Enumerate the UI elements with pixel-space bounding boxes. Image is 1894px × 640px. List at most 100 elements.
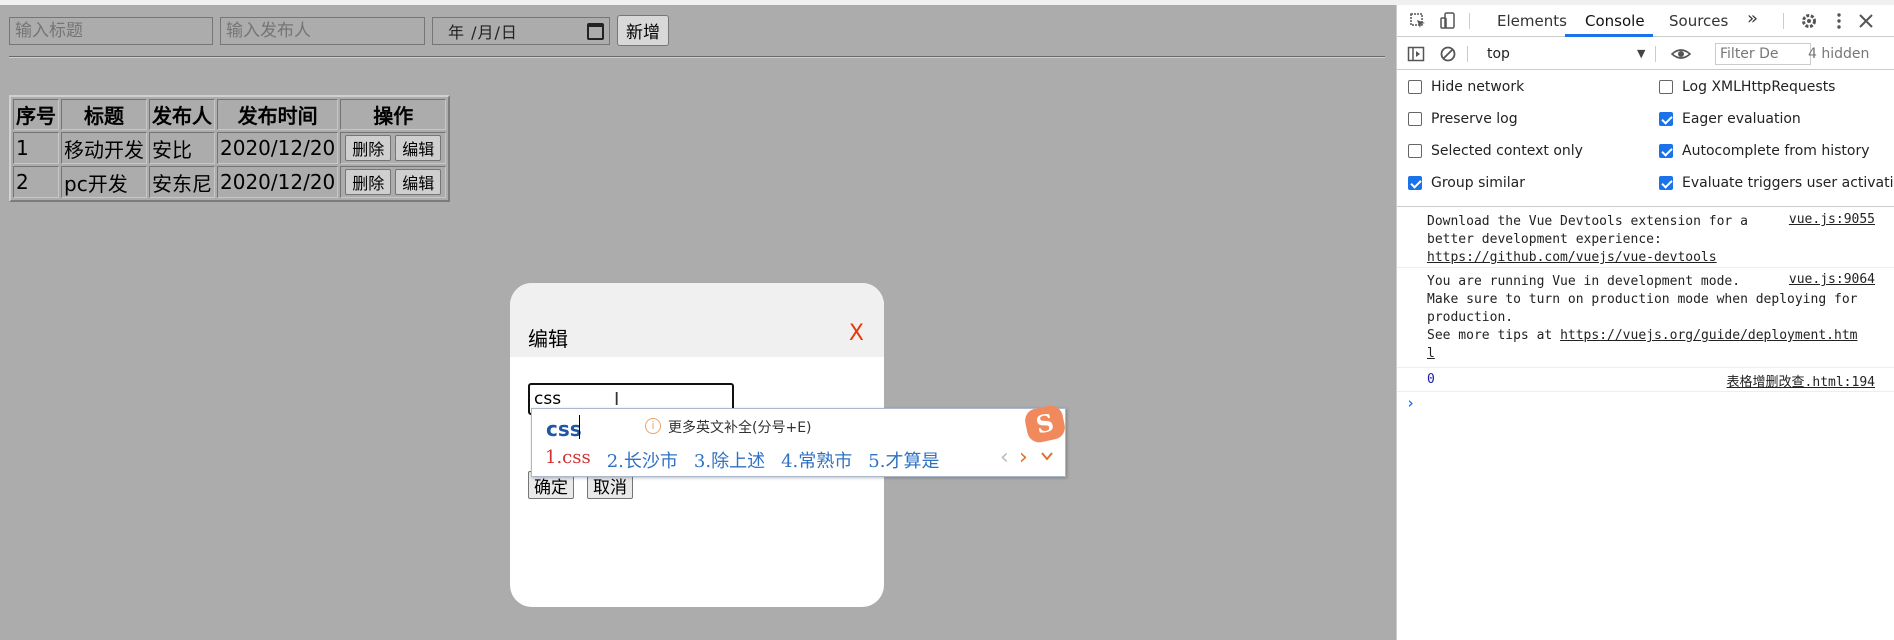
modal-title: 编辑 xyxy=(528,327,568,351)
ime-candidate-popup: css i 更多英文补全(分号+E) S 1.css 2.长沙市 3.除上述 4… xyxy=(531,403,1068,477)
context-select[interactable]: top xyxy=(1487,46,1510,62)
setting-eager-evaluation[interactable]: Eager evaluation xyxy=(1659,111,1801,127)
message-line: You are running Vue in development mode. xyxy=(1427,274,1741,289)
cell-date: 2020/12/20 xyxy=(217,132,339,164)
checkbox-checked-icon[interactable] xyxy=(1659,176,1673,190)
ime-caret xyxy=(579,415,580,439)
live-expression-eye-icon[interactable] xyxy=(1670,45,1692,63)
message-line: better development experience: xyxy=(1427,232,1662,247)
more-tabs-icon[interactable]: » xyxy=(1747,8,1758,29)
edit-button[interactable]: 编辑 xyxy=(395,169,442,195)
header-index: 序号 xyxy=(13,99,59,130)
message-source-link[interactable]: vue.js:9064 xyxy=(1789,272,1875,287)
chevron-down-icon[interactable]: ▼ xyxy=(1637,47,1645,60)
title-input[interactable] xyxy=(9,17,213,45)
toolbar-separator xyxy=(1783,13,1784,29)
message-value: 0 xyxy=(1427,372,1435,387)
ime-candidate[interactable]: 5.才算是 xyxy=(868,447,939,473)
checkbox-icon[interactable] xyxy=(1408,80,1422,94)
more-options-icon[interactable] xyxy=(1829,12,1849,30)
header-publisher: 发布人 xyxy=(149,99,215,130)
console-settings: Hide network Log XMLHttpRequests Preserv… xyxy=(1397,71,1894,207)
ime-hint[interactable]: 更多英文补全(分号+E) xyxy=(668,417,812,437)
message-link[interactable]: https://github.com/vuejs/vue-devtools xyxy=(1427,250,1717,265)
setting-log-xhr[interactable]: Log XMLHttpRequests xyxy=(1659,79,1835,95)
setting-label: Evaluate triggers user activation xyxy=(1682,175,1894,191)
toolbar-separator xyxy=(1655,46,1656,62)
data-table: 序号 标题 发布人 发布时间 操作 1 移动开发 安比 2020/12/20 删… xyxy=(9,95,451,202)
settings-gear-icon[interactable] xyxy=(1799,12,1819,30)
console-message: You are running Vue in development mode.… xyxy=(1397,268,1894,368)
table-row: 1 移动开发 安比 2020/12/20 删除 编辑 xyxy=(13,132,447,164)
console-output: Download the Vue Devtools extension for … xyxy=(1397,208,1894,640)
message-link[interactable]: l xyxy=(1427,346,1435,361)
cell-date: 2020/12/20 xyxy=(217,166,339,198)
devtools-panel: Elements Console Sources » top ▼ Filter … xyxy=(1396,5,1894,640)
publisher-input[interactable] xyxy=(220,17,425,45)
cell-index: 1 xyxy=(13,132,59,164)
setting-selected-context[interactable]: Selected context only xyxy=(1408,143,1583,159)
device-toolbar-icon[interactable] xyxy=(1438,12,1458,30)
ime-next-page-icon[interactable]: › xyxy=(1019,445,1028,470)
console-message: Download the Vue Devtools extension for … xyxy=(1397,208,1894,268)
header-actions: 操作 xyxy=(340,99,447,130)
ime-candidates: 1.css 2.长沙市 3.除上述 4.常熟市 5.才算是 xyxy=(545,447,939,473)
clear-console-icon[interactable] xyxy=(1438,45,1458,63)
show-sidebar-icon[interactable] xyxy=(1406,45,1426,63)
delete-button[interactable]: 删除 xyxy=(345,135,392,161)
checkbox-checked-icon[interactable] xyxy=(1659,112,1673,126)
ime-candidate[interactable]: 1.css xyxy=(545,447,591,473)
inspect-element-icon[interactable] xyxy=(1408,12,1428,30)
filter-levels[interactable]: De xyxy=(1759,46,1778,62)
table-header-row: 序号 标题 发布人 发布时间 操作 xyxy=(13,99,447,130)
text-cursor-icon: I xyxy=(614,389,620,410)
ime-expand-icon[interactable] xyxy=(1040,449,1054,463)
setting-hide-network[interactable]: Hide network xyxy=(1408,79,1524,95)
ime-prev-page-icon[interactable]: ‹ xyxy=(1000,445,1009,470)
setting-label: Log XMLHttpRequests xyxy=(1682,79,1836,95)
message-source-link[interactable]: vue.js:9055 xyxy=(1789,212,1875,227)
close-devtools-icon[interactable] xyxy=(1856,12,1876,30)
ime-candidate[interactable]: 4.常熟市 xyxy=(781,447,852,473)
setting-autocomplete-history[interactable]: Autocomplete from history xyxy=(1659,143,1870,159)
checkbox-icon[interactable] xyxy=(1408,144,1422,158)
setting-label: Eager evaluation xyxy=(1682,111,1801,127)
header-date: 发布时间 xyxy=(217,99,339,130)
sogou-logo-icon[interactable]: S xyxy=(1022,403,1068,445)
tab-elements[interactable]: Elements xyxy=(1497,12,1567,30)
setting-label: Autocomplete from history xyxy=(1682,143,1870,159)
devtools-tabbar: Elements Console Sources » xyxy=(1397,5,1894,37)
setting-label: Group similar xyxy=(1431,175,1526,191)
add-button[interactable]: 新增 xyxy=(617,15,669,46)
ime-composition: css xyxy=(546,417,582,441)
calendar-icon[interactable] xyxy=(587,22,604,40)
message-line: See more tips at xyxy=(1427,328,1561,343)
hidden-count: 4 hidden xyxy=(1808,46,1870,62)
cell-title: 移动开发 xyxy=(61,132,147,164)
setting-group-similar[interactable]: Group similar xyxy=(1408,175,1525,191)
ime-candidate[interactable]: 3.除上述 xyxy=(694,447,765,473)
filter-placeholder: Filter xyxy=(1720,46,1755,62)
cell-actions: 删除 编辑 xyxy=(340,132,447,164)
date-input[interactable]: 年 /月/日 xyxy=(432,17,610,45)
cell-publisher: 安比 xyxy=(149,132,215,164)
ime-candidate[interactable]: 2.长沙市 xyxy=(607,447,678,473)
checkbox-checked-icon[interactable] xyxy=(1408,176,1422,190)
active-tab-indicator xyxy=(1565,34,1653,37)
delete-button[interactable]: 删除 xyxy=(345,169,392,195)
console-prompt-icon[interactable]: › xyxy=(1406,394,1415,412)
info-icon: i xyxy=(645,418,661,434)
modal-close-button[interactable]: X xyxy=(849,321,864,346)
filter-input[interactable]: Filter De xyxy=(1715,43,1811,65)
checkbox-icon[interactable] xyxy=(1659,80,1673,94)
message-source-link[interactable]: 表格增删改查.html:194 xyxy=(1727,371,1875,390)
tab-sources[interactable]: Sources xyxy=(1669,12,1728,30)
checkbox-checked-icon[interactable] xyxy=(1659,144,1673,158)
setting-eval-user-activation[interactable]: Evaluate triggers user activation xyxy=(1659,175,1894,191)
setting-preserve-log[interactable]: Preserve log xyxy=(1408,111,1518,127)
message-line: Make sure to turn on production mode whe… xyxy=(1427,292,1858,307)
tab-console[interactable]: Console xyxy=(1585,12,1645,30)
checkbox-icon[interactable] xyxy=(1408,112,1422,126)
edit-button[interactable]: 编辑 xyxy=(395,135,442,161)
message-link[interactable]: https://vuejs.org/guide/deployment.htm xyxy=(1560,328,1857,343)
